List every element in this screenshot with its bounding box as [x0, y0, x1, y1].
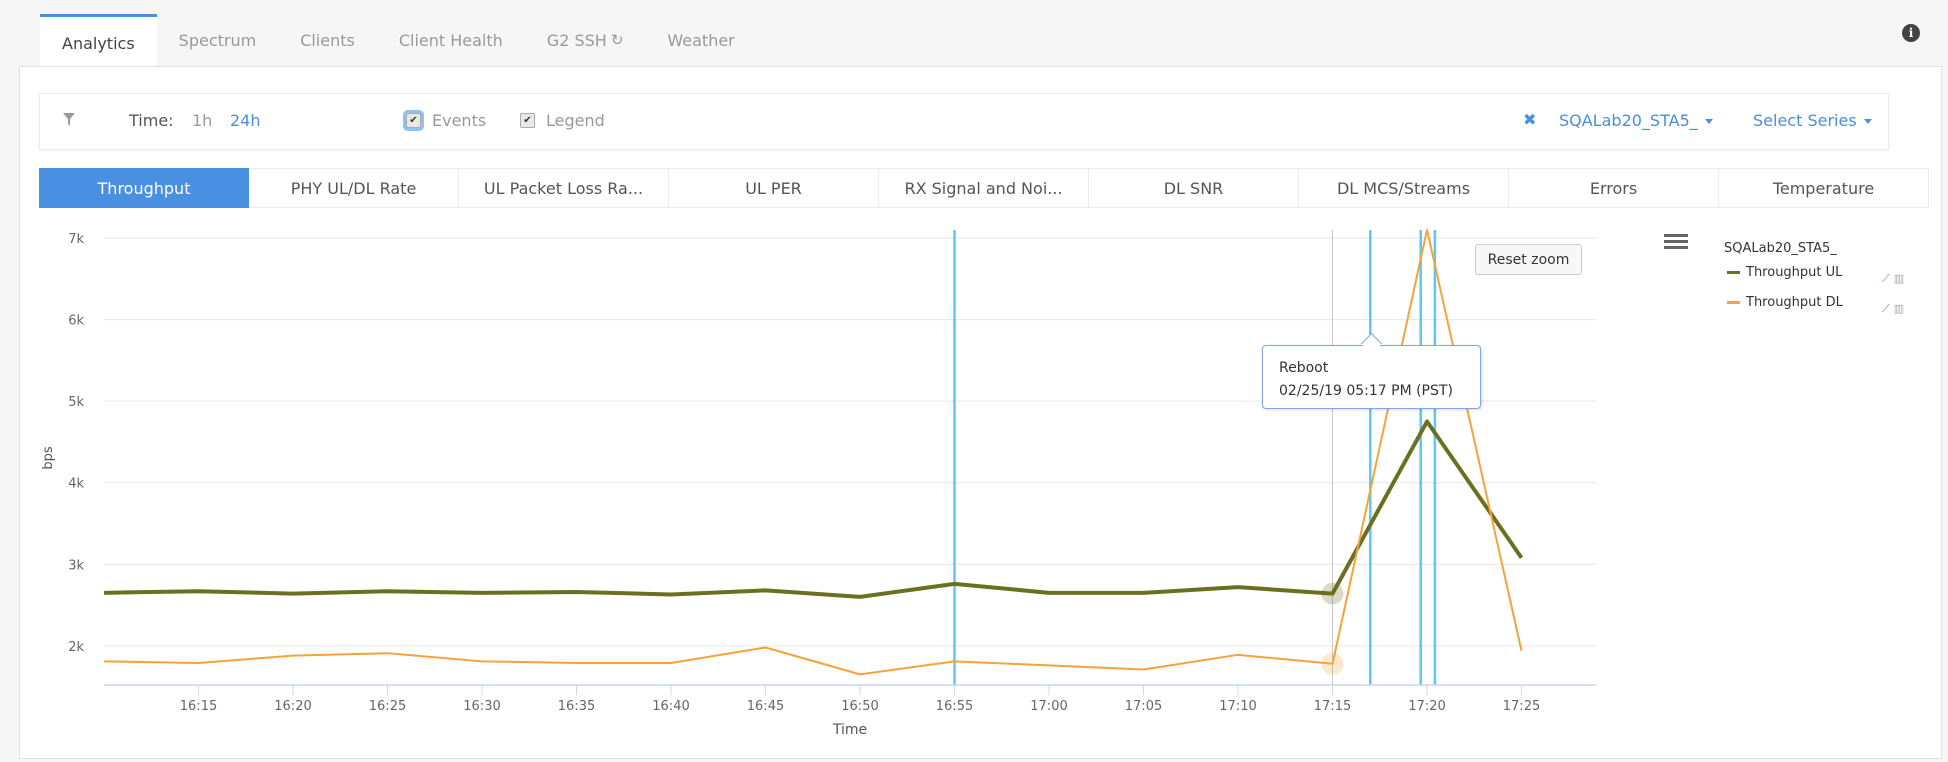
legend-swatch	[1727, 301, 1740, 304]
event-tooltip: Reboot 02/25/19 05:17 PM (PST)	[1262, 332, 1481, 409]
y-axis-title: bps	[41, 446, 56, 470]
x-tick-label: 16:50	[841, 699, 878, 714]
line-chart-icon[interactable]: ⟋	[1882, 302, 1890, 315]
series-line-throughput-ul	[103, 419, 1524, 599]
hover-marker	[1321, 582, 1344, 605]
y-tick-label: 7k	[68, 232, 84, 247]
x-tick-label: 17:05	[1125, 699, 1162, 714]
series-line-throughput-dl	[103, 228, 1523, 676]
reset-zoom-button[interactable]: Reset zoom	[1475, 244, 1582, 275]
x-tick-label: 16:45	[747, 699, 784, 714]
hamburger-menu-icon[interactable]	[1664, 234, 1688, 252]
y-tick-label: 4k	[68, 477, 84, 492]
bar-chart-icon[interactable]: ▥	[1894, 272, 1904, 285]
legend-label: Throughput UL	[1746, 265, 1843, 280]
x-tick-label: 17:15	[1314, 699, 1351, 714]
line-chart-icon[interactable]: ⟋	[1882, 272, 1890, 285]
x-axis-title: Time	[832, 722, 867, 738]
x-tick-label: 17:20	[1408, 699, 1445, 714]
x-tick-label: 17:00	[1030, 699, 1067, 714]
x-tick-label: 16:20	[274, 699, 311, 714]
legend-label: Throughput DL	[1746, 295, 1843, 310]
x-tick-label: 16:15	[180, 699, 217, 714]
x-tick-label: 16:35	[558, 699, 595, 714]
x-tick-label: 16:25	[369, 699, 406, 714]
legend-ul-chart-type: ⟋ ▥	[1882, 272, 1904, 286]
legend-title: SQALab20_STA5_	[1724, 241, 1837, 256]
tooltip-time: 02/25/19 05:17 PM (PST)	[1279, 383, 1453, 399]
y-tick-label: 3k	[68, 558, 84, 573]
x-tick-label: 16:40	[652, 699, 689, 714]
x-tick-label: 17:25	[1503, 699, 1540, 714]
x-tick-label: 16:30	[463, 699, 500, 714]
legend-dl-chart-type: ⟋ ▥	[1882, 302, 1904, 316]
y-tick-label: 6k	[68, 314, 84, 329]
y-tick-label: 2k	[68, 640, 84, 655]
bar-chart-icon[interactable]: ▥	[1894, 302, 1904, 315]
y-tick-label: 5k	[68, 395, 84, 410]
legend-swatch	[1727, 271, 1740, 274]
throughput-chart[interactable]: 2k 3k 4k 5k 6k 7k 16:15 16:20 16:25 16:30 16:35 16:…	[0, 0, 1948, 762]
legend-item-throughput-ul[interactable]: Throughput UL	[1727, 265, 1842, 280]
x-tick-label: 17:10	[1219, 699, 1256, 714]
hover-marker	[1321, 652, 1344, 675]
legend-item-throughput-dl[interactable]: Throughput DL	[1727, 295, 1843, 310]
tooltip-title: Reboot	[1279, 360, 1329, 376]
x-tick-label: 16:55	[936, 699, 973, 714]
